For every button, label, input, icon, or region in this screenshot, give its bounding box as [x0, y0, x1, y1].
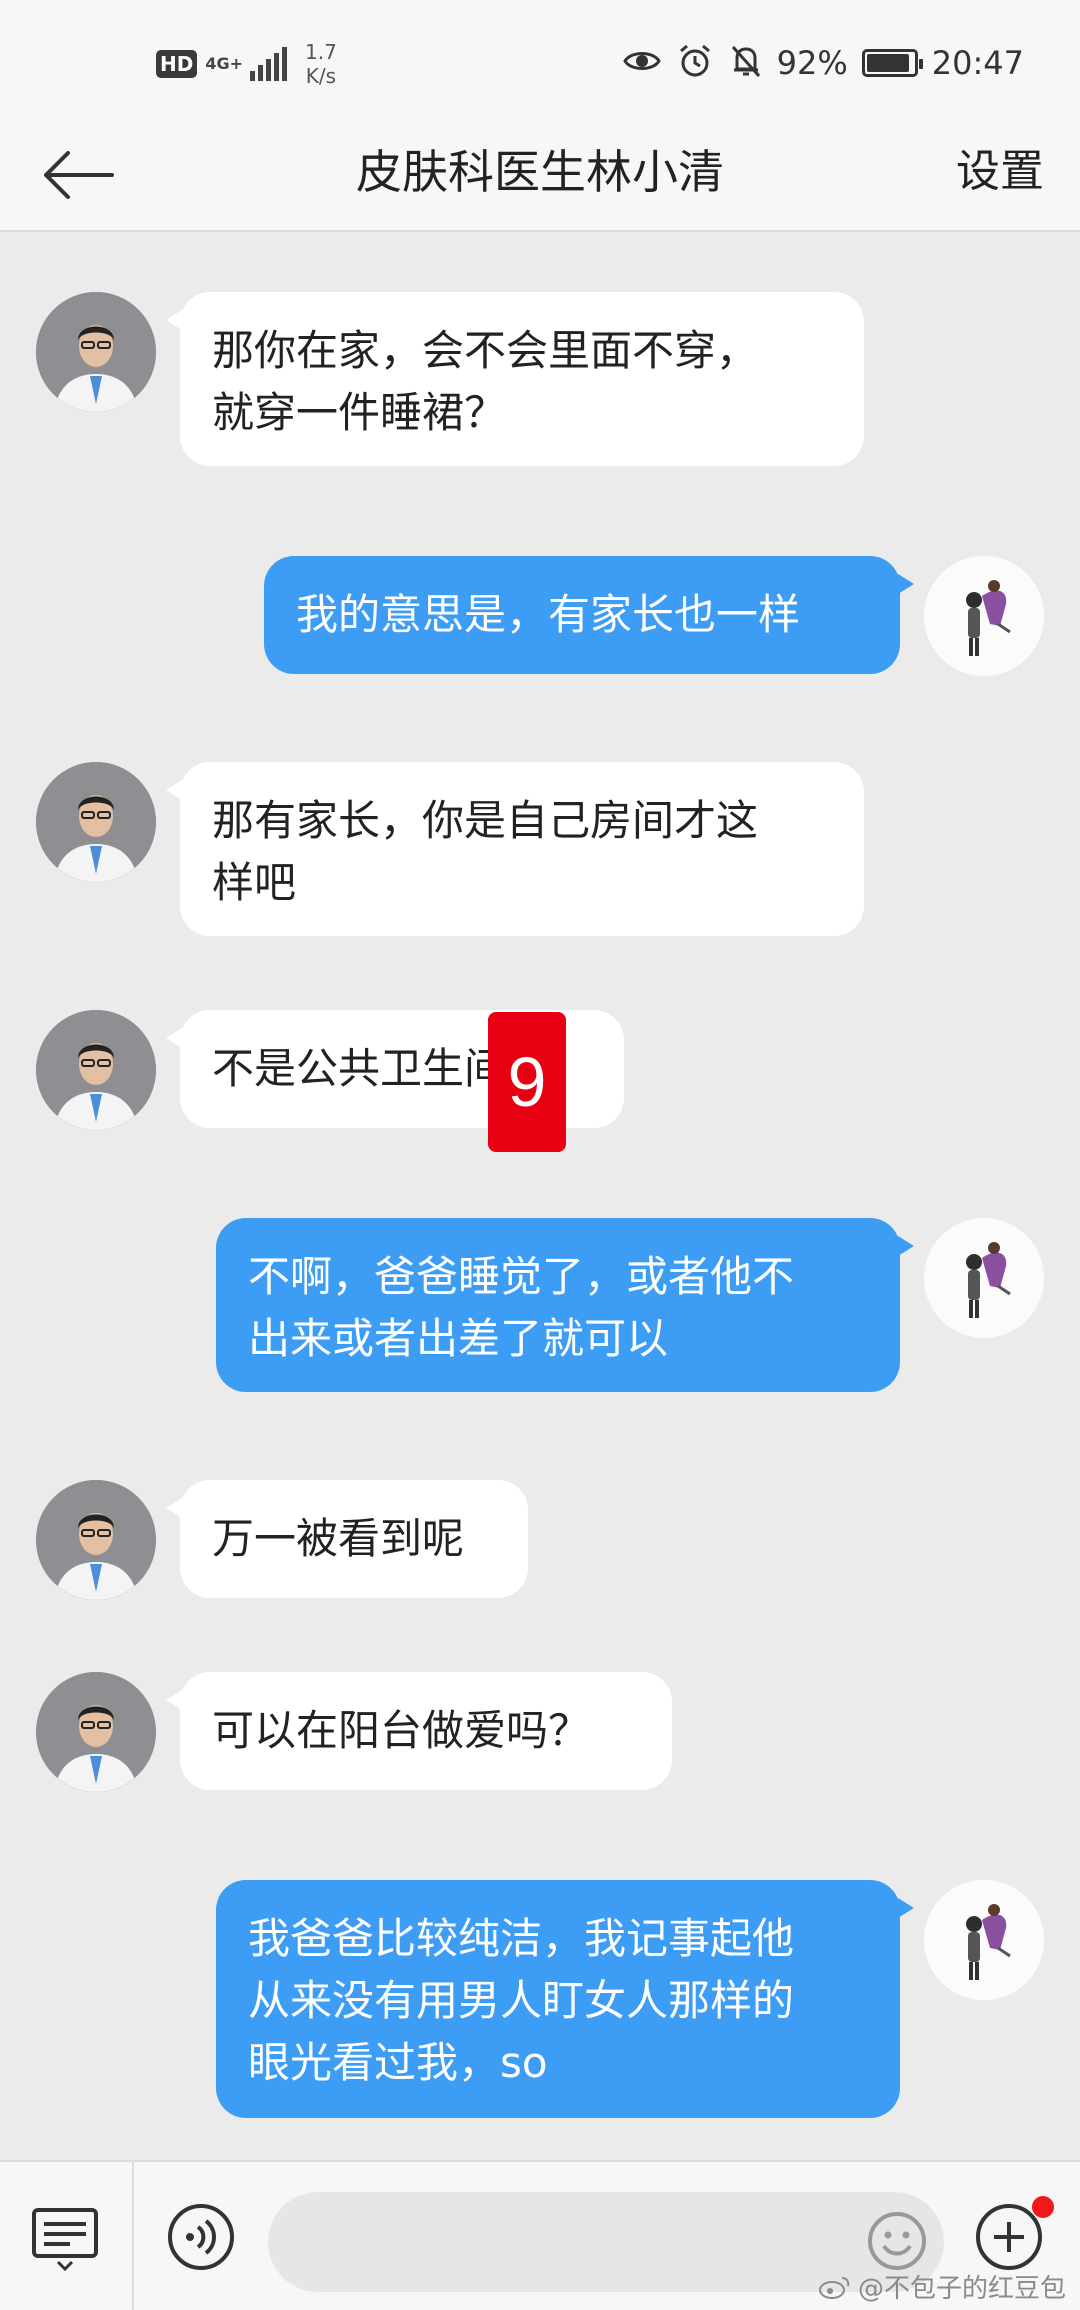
- chat-header: 皮肤科医生林小清 设置: [0, 120, 1080, 232]
- message-line: 从来没有用男人盯女人那样的: [248, 1976, 795, 2025]
- voice-icon: [168, 2204, 234, 2270]
- message-line: 万一被看到呢: [212, 1514, 465, 1563]
- battery-percent: 92%: [776, 44, 848, 82]
- status-left: HD 4G+ 1.7 K/s: [156, 36, 337, 92]
- message-bubble-outgoing[interactable]: 我爸爸比较纯洁，我记事起他 从来没有用男人盯女人那样的 眼光看过我，so: [216, 1880, 914, 2118]
- message-line: 眼光看过我，so: [248, 2038, 548, 2087]
- divider: [132, 2162, 134, 2310]
- overlay-number-badge: 9: [488, 1012, 566, 1152]
- alarm-icon: [677, 43, 713, 83]
- battery-icon: [861, 49, 923, 77]
- message-line: 我爸爸比较纯洁，我记事起他: [248, 1914, 795, 1963]
- network-type: 4G+: [205, 54, 244, 73]
- message-line: 样吧: [212, 858, 297, 907]
- notification-dot: [1032, 2196, 1054, 2218]
- network-speed: 1.7 K/s: [305, 40, 337, 88]
- my-avatar[interactable]: [924, 1880, 1044, 2000]
- message-bubble-incoming[interactable]: 那你在家，会不会里面不穿， 就穿一件睡裙？: [166, 292, 864, 466]
- my-avatar[interactable]: [924, 556, 1044, 676]
- chat-title: 皮肤科医生林小清: [356, 145, 724, 199]
- message-line: 我的意思是，有家长也一样: [296, 590, 801, 639]
- voice-button[interactable]: [166, 2202, 236, 2272]
- settings-button[interactable]: 设置: [956, 132, 1044, 212]
- keyboard-menu-icon: [32, 2208, 98, 2272]
- message-bubble-outgoing[interactable]: 不啊，爸爸睡觉了，或者他不 出来或者出差了就可以: [216, 1218, 914, 1392]
- network-speed-value: 1.7: [305, 40, 337, 64]
- doctor-avatar[interactable]: [36, 762, 156, 882]
- weibo-icon: [818, 2276, 850, 2299]
- mute-bell-icon: [729, 43, 763, 83]
- message-line: 那你在家，会不会里面不穿，: [212, 326, 759, 375]
- message-bubble-outgoing[interactable]: 我的意思是，有家长也一样: [264, 556, 914, 674]
- doctor-avatar[interactable]: [36, 1672, 156, 1792]
- network-speed-unit: K/s: [305, 64, 337, 88]
- my-avatar[interactable]: [924, 1218, 1044, 1338]
- message-line: 不啊，爸爸睡觉了，或者他不: [248, 1252, 795, 1301]
- doctor-avatar[interactable]: [36, 1480, 156, 1600]
- signal-icon: [247, 47, 288, 81]
- message-line: 可以在阳台做爱吗？: [212, 1706, 591, 1755]
- status-right: 92% 20:47: [607, 38, 1024, 88]
- message-bubble-incoming[interactable]: 万一被看到呢: [166, 1480, 528, 1598]
- message-line: 出来或者出差了就可以: [248, 1314, 669, 1363]
- battery-fill: [866, 54, 910, 72]
- message-line: 那有家长，你是自己房间才这: [212, 796, 759, 845]
- emoji-button[interactable]: [866, 2210, 928, 2272]
- doctor-avatar[interactable]: [36, 292, 156, 412]
- watermark: @不包子的红豆包: [818, 2268, 1066, 2305]
- clock: 20:47: [931, 44, 1024, 82]
- hd-badge: HD: [156, 50, 198, 78]
- message-line: 就穿一件睡裙？: [212, 388, 507, 437]
- status-bar: HD 4G+ 1.7 K/s 92% 20:47: [0, 0, 1080, 120]
- message-bubble-incoming[interactable]: 那有家长，你是自己房间才这 样吧: [166, 762, 864, 936]
- watermark-text: @不包子的红豆包: [857, 2274, 1066, 2304]
- eye-icon: [622, 48, 661, 78]
- message-bubble-incoming[interactable]: 可以在阳台做爱吗？: [166, 1672, 672, 1790]
- doctor-avatar[interactable]: [36, 1010, 156, 1130]
- emoji-icon: [868, 2212, 926, 2270]
- menu-toggle-button[interactable]: [30, 2202, 100, 2272]
